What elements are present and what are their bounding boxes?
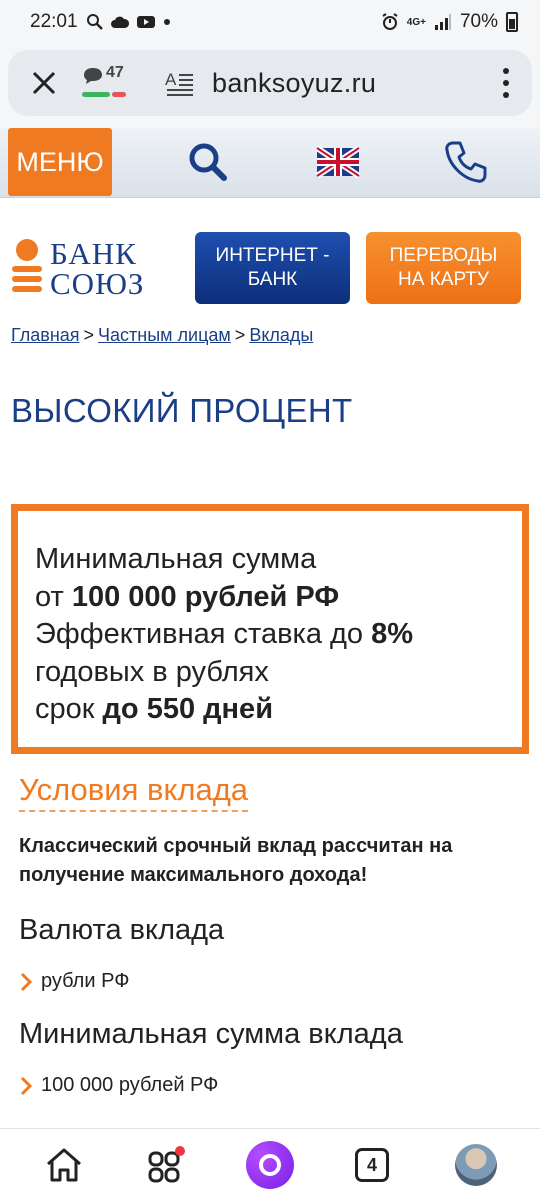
site-nav: МЕНЮ <box>0 128 540 198</box>
browser-toolbar: 47 A banksoyuz.ru <box>0 44 540 128</box>
phone-icon <box>445 141 487 183</box>
logo-word-soyuz: СОЮЗ <box>50 266 145 301</box>
negative-bar <box>112 92 126 97</box>
comments-count: 47 <box>106 64 124 81</box>
close-icon <box>32 71 56 95</box>
cloud-icon <box>110 16 129 28</box>
home-icon <box>47 1148 81 1182</box>
conditions-lead: Классический срочный вклад рассчитан на … <box>19 835 453 886</box>
chevron-right-icon <box>20 1076 33 1095</box>
kebab-dot <box>503 68 509 74</box>
phone-button[interactable] <box>438 136 494 188</box>
youtube-icon <box>136 16 155 28</box>
conditions-heading[interactable]: Условия вклада <box>19 772 249 812</box>
url-text[interactable]: banksoyuz.ru <box>212 68 376 99</box>
tabs-button[interactable]: 4 <box>346 1139 398 1191</box>
breadcrumb-separator: > <box>234 325 246 345</box>
reader-mode-icon: A <box>165 70 193 96</box>
alice-assistant-button[interactable] <box>244 1139 296 1191</box>
svg-text:A: A <box>165 70 177 89</box>
services-button[interactable] <box>140 1139 192 1191</box>
home-button[interactable] <box>38 1139 90 1191</box>
dot-icon <box>163 19 170 25</box>
breadcrumb-deposits[interactable]: Вклады <box>249 325 313 345</box>
menu-button[interactable]: МЕНЮ <box>8 128 112 196</box>
alarm-icon <box>382 13 398 30</box>
promo-min-amount: 100 000 рублей РФ <box>71 580 340 613</box>
status-bar: 22:01 4G+ 70% <box>0 0 540 44</box>
comments-button[interactable]: 47 <box>80 58 140 108</box>
reader-mode-button[interactable]: A <box>160 63 200 103</box>
min-amount-value: 100 000 рублей РФ <box>19 1074 218 1097</box>
breadcrumb-private[interactable]: Частным лицам <box>98 325 231 345</box>
battery-percent: 70% <box>459 11 498 32</box>
promo-line-4: годовых в рублях <box>35 655 269 688</box>
battery-icon <box>506 12 518 32</box>
status-time: 22:01 <box>30 11 78 32</box>
site-search-button[interactable] <box>180 136 236 188</box>
breadcrumb-home[interactable]: Главная <box>11 325 80 345</box>
logo-mark-icon <box>12 239 42 292</box>
signal-icon <box>434 14 451 30</box>
uk-flag-icon <box>315 145 361 179</box>
page-title: ВЫСОКИЙ ПРОЦЕНТ <box>11 392 353 429</box>
breadcrumb-separator: > <box>83 325 95 345</box>
kebab-dot <box>503 92 509 98</box>
promo-box: Минимальная сумма от 100 000 рублей РФ Э… <box>11 504 529 754</box>
promo-line-2: от 100 000 рублей РФ <box>35 580 340 613</box>
currency-value: рубли РФ <box>19 970 129 993</box>
breadcrumb: Главная > Частным лицам > Вклады <box>11 325 313 346</box>
bank-logo[interactable]: БАНК СОЮЗ <box>10 236 150 301</box>
search-icon <box>189 143 227 181</box>
address-bar[interactable]: 47 A banksoyuz.ru <box>8 50 532 116</box>
search-icon <box>86 14 103 30</box>
apps-grid-icon <box>148 1146 185 1183</box>
currency-heading: Валюта вклада <box>19 914 225 946</box>
bottom-nav: 4 <box>0 1128 540 1200</box>
promo-line-1: Минимальная сумма <box>35 543 317 575</box>
promo-line-5: срок до 550 дней <box>35 693 274 725</box>
close-button[interactable] <box>14 53 74 113</box>
positive-bar <box>82 92 110 97</box>
network-type: 4G+ <box>406 16 426 28</box>
min-amount-heading: Минимальная сумма вклада <box>19 1018 403 1050</box>
promo-rate: 8% <box>371 618 414 650</box>
chevron-right-icon <box>20 972 33 991</box>
internet-bank-button[interactable]: ИНТЕРНЕТ - БАНК <box>195 232 350 304</box>
language-switch-button[interactable] <box>310 136 366 188</box>
avatar <box>455 1144 497 1186</box>
promo-line-3: Эффективная ставка до 8% <box>35 618 414 650</box>
profile-button[interactable] <box>450 1139 502 1191</box>
card-transfers-button[interactable]: ПЕРЕВОДЫ НА КАРТУ <box>366 232 521 304</box>
kebab-dot <box>503 80 509 86</box>
alice-icon <box>246 1141 294 1189</box>
more-menu-button[interactable] <box>502 68 510 98</box>
promo-term: до 550 дней <box>102 693 274 725</box>
comment-bubble-icon <box>84 68 102 84</box>
tabs-count: 4 <box>355 1148 389 1182</box>
